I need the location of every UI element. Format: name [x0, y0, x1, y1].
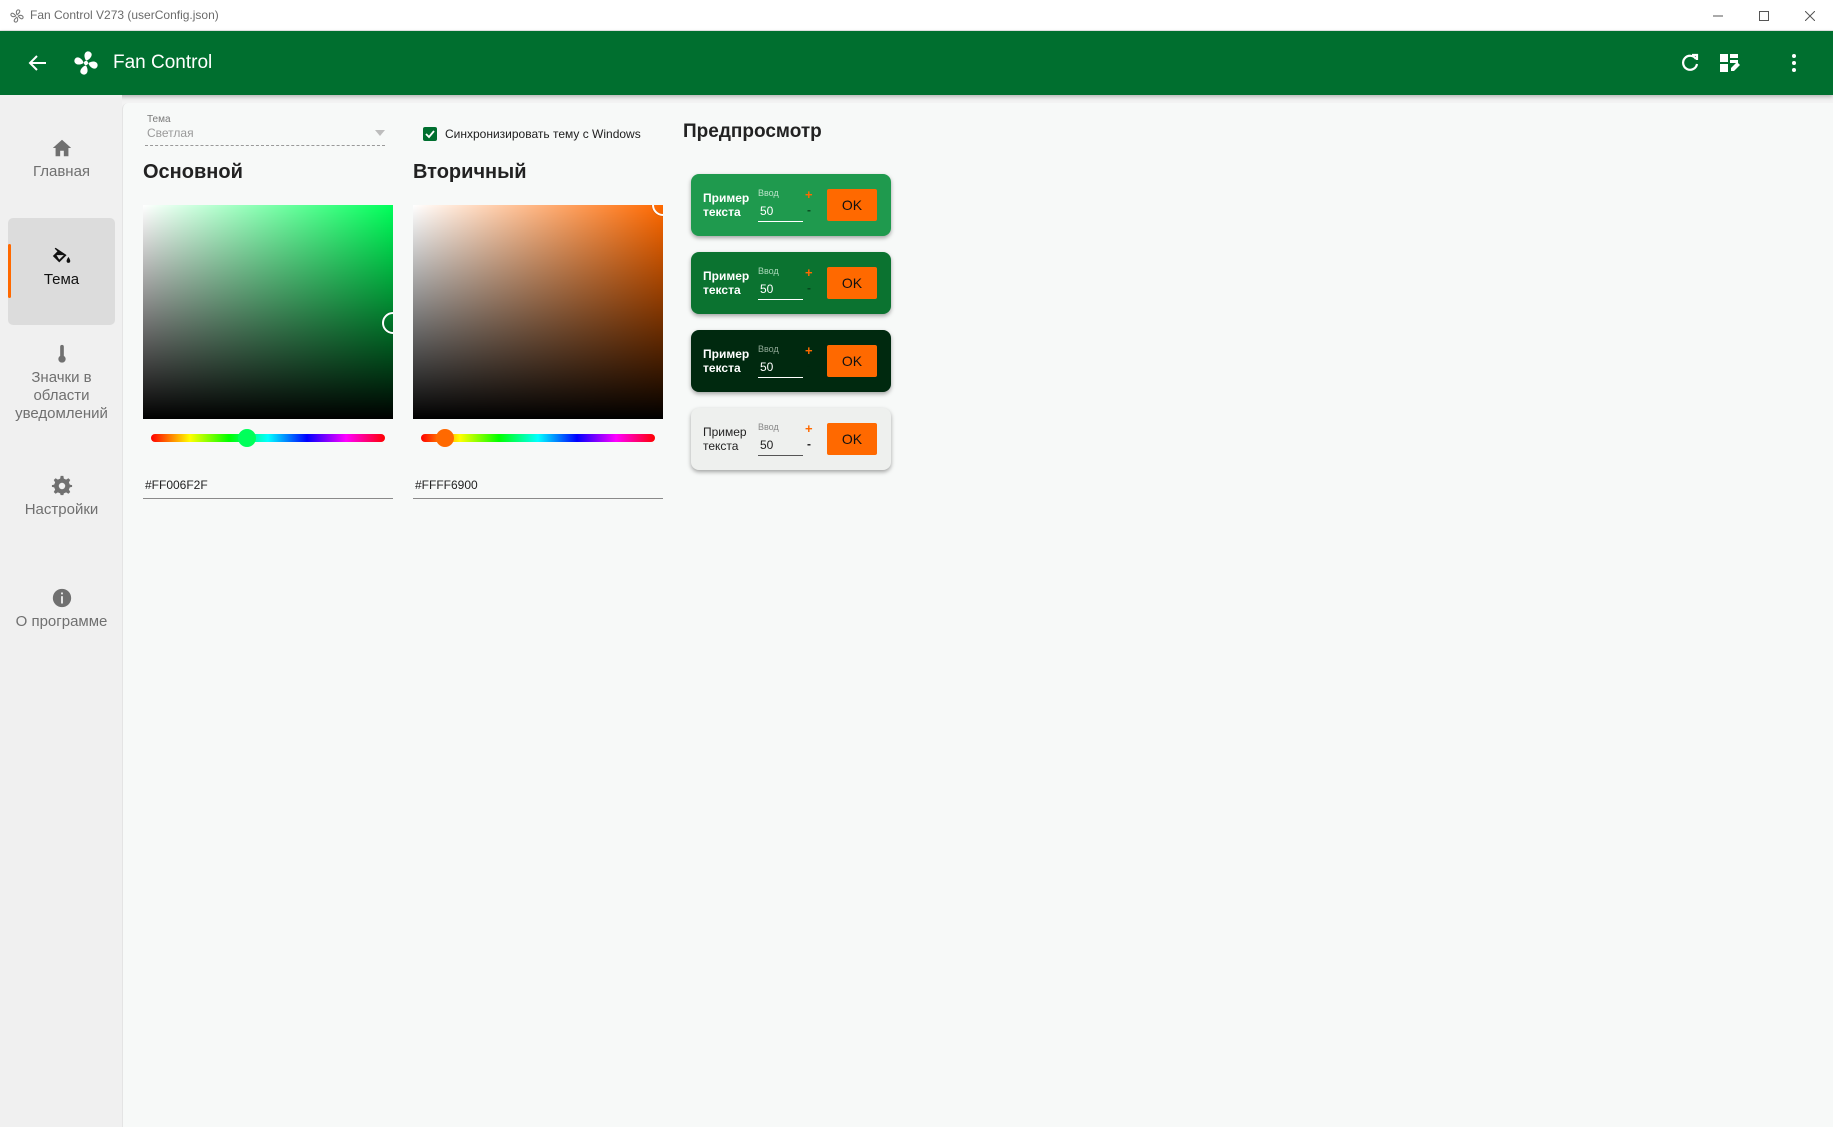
secondary-hex-input[interactable]: #FFFF6900 — [413, 475, 663, 499]
sync-theme-label: Синхронизировать тему с Windows — [445, 127, 641, 141]
paint-bucket-icon — [52, 247, 70, 263]
back-arrow-icon[interactable] — [26, 51, 50, 75]
preview-increment-button[interactable]: + — [805, 421, 813, 436]
sidebar-item-label: О программе — [15, 613, 108, 630]
sidebar-item-theme[interactable]: Тема — [8, 218, 115, 325]
preview-input[interactable]: 50 — [760, 282, 773, 296]
maximize-icon — [1759, 10, 1769, 21]
checkbox[interactable] — [423, 127, 437, 141]
preview-input-caption: Ввод — [758, 266, 779, 276]
refresh-icon[interactable] — [1678, 51, 1702, 75]
sidebar-item-about[interactable]: О программе — [8, 587, 115, 631]
window-title: Fan Control V273 (userConfig.json) — [30, 8, 219, 22]
preview-input[interactable]: 50 — [760, 360, 773, 374]
app-bar: Fan Control — [0, 31, 1833, 95]
fan-logo-icon — [74, 51, 98, 75]
window-titlebar: Fan Control V273 (userConfig.json) — [0, 0, 1833, 31]
maximize-button[interactable] — [1741, 0, 1787, 31]
preview-decrement-button[interactable]: - — [807, 437, 811, 451]
theme-select-caption: Тема — [147, 114, 171, 125]
secondary-hue-thumb[interactable] — [436, 429, 454, 447]
preview-increment-button[interactable]: + — [805, 343, 813, 358]
preview-ok-button[interactable]: OK — [827, 345, 877, 377]
preview-card-3: Пример текста Ввод 50 + - OK — [691, 330, 891, 392]
gear-icon — [51, 475, 72, 496]
close-icon — [1805, 10, 1815, 21]
thermometer-icon — [57, 344, 66, 363]
primary-hex-input[interactable]: #FF006F2F — [143, 475, 393, 499]
secondary-hue-slider[interactable] — [421, 434, 655, 442]
minimize-button[interactable] — [1695, 0, 1741, 31]
preview-input-underline — [758, 455, 803, 456]
secondary-color-canvas[interactable] — [413, 205, 663, 419]
preview-ok-button[interactable]: OK — [827, 423, 877, 455]
sidebar-item-home[interactable]: Главная — [8, 137, 115, 181]
preview-input-caption: Ввод — [758, 188, 779, 198]
preview-increment-button[interactable]: + — [805, 265, 813, 280]
sidebar: Главная Тема Значки в области уведомлени… — [0, 95, 122, 1127]
secondary-title: Вторичный — [413, 161, 527, 183]
fan-app-icon — [10, 9, 24, 23]
preview-input-caption: Ввод — [758, 422, 779, 432]
preview-increment-button[interactable]: + — [805, 187, 813, 202]
more-vert-icon[interactable] — [1782, 51, 1806, 75]
preview-card-4: Пример текста Ввод 50 + - OK — [691, 408, 891, 470]
preview-decrement-button[interactable]: - — [807, 281, 811, 295]
preview-input-underline — [758, 221, 803, 222]
preview-sample-text: Пример текста — [703, 425, 747, 453]
home-icon — [52, 139, 71, 157]
minimize-icon — [1713, 15, 1723, 16]
preview-input[interactable]: 50 — [760, 438, 773, 452]
preview-input-underline — [758, 377, 803, 378]
chevron-down-icon — [375, 130, 385, 136]
preview-input-caption: Ввод — [758, 344, 779, 354]
theme-page: Тема Светлая Синхронизировать тему с Win… — [122, 103, 1833, 1127]
sidebar-item-label: Главная — [32, 163, 91, 180]
sync-theme-checkbox[interactable]: Синхронизировать тему с Windows — [423, 127, 641, 141]
app-title: Fan Control — [113, 52, 213, 73]
check-icon — [425, 130, 435, 139]
sidebar-item-tray-icons[interactable]: Значки в области уведомлений — [8, 343, 115, 423]
preview-decrement-button[interactable]: - — [807, 203, 811, 217]
primary-color-canvas[interactable] — [143, 205, 393, 419]
preview-ok-button[interactable]: OK — [827, 267, 877, 299]
primary-title: Основной — [143, 161, 243, 183]
preview-title: Предпросмотр — [683, 121, 822, 142]
preview-decrement-button[interactable]: - — [807, 359, 811, 373]
sidebar-item-label: Значки в области уведомлений — [15, 369, 108, 422]
close-button[interactable] — [1787, 0, 1833, 31]
preview-input-underline — [758, 299, 803, 300]
theme-select-value: Светлая — [147, 126, 194, 140]
preview-card-1: Пример текста Ввод 50 + - OK — [691, 174, 891, 236]
primary-hue-thumb[interactable] — [238, 429, 256, 447]
preview-input[interactable]: 50 — [760, 204, 773, 218]
theme-select[interactable]: Тема Светлая — [145, 113, 385, 146]
preview-sample-text: Пример текста — [703, 347, 750, 375]
preview-sample-text: Пример текста — [703, 191, 750, 219]
preview-sample-text: Пример текста — [703, 269, 750, 297]
sidebar-item-settings[interactable]: Настройки — [8, 475, 115, 519]
sidebar-item-label: Тема — [43, 271, 80, 288]
preview-ok-button[interactable]: OK — [827, 189, 877, 221]
info-icon — [52, 588, 71, 608]
dashboard-edit-icon[interactable] — [1718, 51, 1742, 75]
primary-hue-slider[interactable] — [151, 434, 385, 442]
preview-card-2: Пример текста Ввод 50 + - OK — [691, 252, 891, 314]
sidebar-item-label: Настройки — [24, 501, 99, 518]
